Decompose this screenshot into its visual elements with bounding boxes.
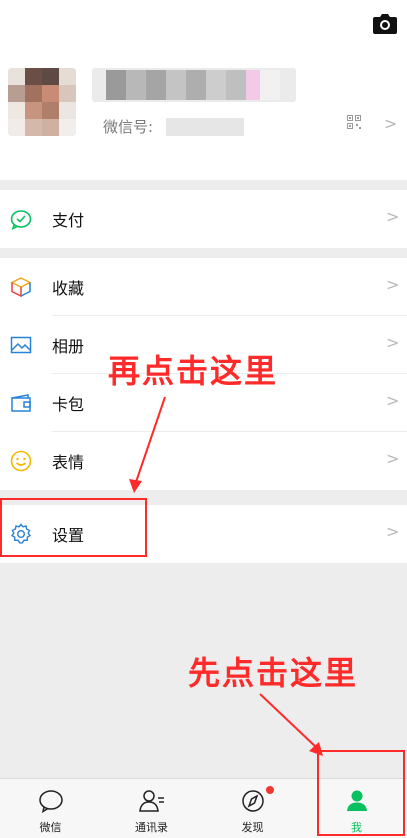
annotation-text-then-click: 再点击这里 (108, 352, 279, 390)
chat-bubble-icon (38, 790, 63, 813)
menu-label-cards: 卡包 (52, 395, 85, 414)
camera-icon[interactable] (373, 14, 397, 34)
menu-item-stickers[interactable]: 表情 > (0, 432, 407, 490)
tab-contacts[interactable]: 通讯录 (101, 779, 202, 838)
menu-label-stickers: 表情 (52, 453, 85, 472)
annotation-box-me-tab (317, 750, 405, 836)
avatar[interactable] (8, 68, 76, 136)
chevron-right-icon: > (386, 333, 400, 352)
chevron-right-icon: > (386, 275, 400, 294)
wechat-id-blurred (166, 118, 244, 136)
album-icon (10, 336, 32, 354)
tab-discover[interactable]: 发现 (202, 779, 303, 838)
menu-label-favorites: 收藏 (52, 279, 85, 298)
annotation-box-settings (0, 498, 147, 557)
chevron-right-icon: > (386, 207, 400, 226)
annotation-text-first-click: 先点击这里 (188, 654, 359, 692)
compass-icon (241, 790, 264, 812)
menu-item-favorites[interactable]: 收藏 > (0, 258, 407, 316)
notification-dot (266, 786, 274, 794)
chevron-right-icon: > (386, 391, 400, 410)
annotation-arrow-to-settings (129, 396, 166, 493)
tab-chats[interactable]: 微信 (0, 779, 101, 838)
tab-label-discover: 发现 (241, 821, 264, 834)
chevron-right-icon: > (386, 522, 400, 541)
menu-item-pay[interactable]: 支付 > (0, 190, 407, 248)
card-wallet-icon (11, 394, 31, 412)
profile-header[interactable]: 微信号: > (0, 0, 407, 180)
menu-label-album: 相册 (52, 337, 85, 356)
tab-label-contacts: 通讯录 (135, 821, 168, 834)
wechat-id-label: 微信号: (103, 118, 154, 136)
chevron-right-icon: > (386, 449, 400, 468)
favorites-cube-icon (10, 277, 32, 298)
contacts-icon (138, 790, 164, 812)
pay-icon (10, 210, 32, 230)
chevron-right-icon: > (384, 114, 398, 133)
qr-code-icon[interactable] (347, 115, 361, 129)
nickname-blurred (92, 68, 296, 102)
menu-label-pay: 支付 (52, 211, 85, 230)
tab-label-chats: 微信 (39, 821, 62, 834)
smiley-icon (10, 450, 32, 472)
